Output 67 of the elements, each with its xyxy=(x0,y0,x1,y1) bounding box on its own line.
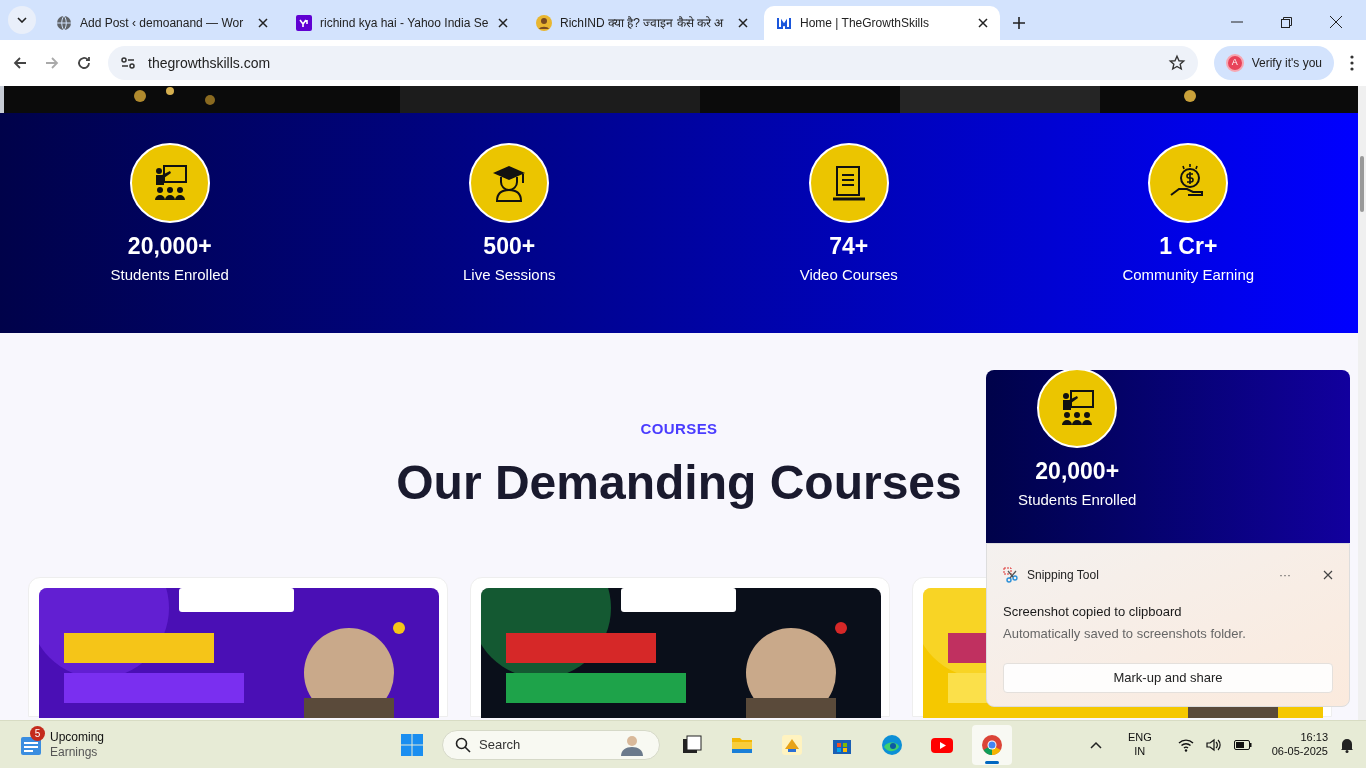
browser-tab[interactable]: RichIND क्या है? ज्वाइन कैसे करे अ xyxy=(524,6,760,40)
close-icon[interactable] xyxy=(978,18,988,28)
back-icon[interactable] xyxy=(12,55,28,71)
section-heading: Our Demanding Courses xyxy=(396,454,962,511)
stat-value: 500+ xyxy=(483,232,536,261)
reload-icon[interactable] xyxy=(76,55,92,71)
search-icon xyxy=(455,736,471,753)
browser-tab[interactable]: Add Post ‹ demoanand — Wor xyxy=(44,6,280,40)
mark-up-button[interactable]: Mark-up and share xyxy=(1003,663,1333,693)
wifi-icon[interactable] xyxy=(1177,737,1194,752)
widget-subtitle: Earnings xyxy=(50,744,99,760)
more-options-button[interactable]: ··· xyxy=(1279,566,1291,584)
close-icon[interactable] xyxy=(258,18,268,28)
app-name: Snipping Tool xyxy=(1027,567,1100,584)
app-icon xyxy=(780,732,804,757)
language-indicator[interactable]: ENG xyxy=(1127,730,1152,745)
chevron-up-icon[interactable] xyxy=(1089,740,1102,749)
tab-title: Add Post ‹ demoanand — Wor xyxy=(80,15,245,32)
clock-time[interactable]: 16:13 xyxy=(1300,730,1328,745)
close-window-icon[interactable] xyxy=(1330,16,1342,28)
stat-value: 1 Cr+ xyxy=(1159,232,1218,261)
scissors-icon xyxy=(1003,567,1019,583)
stat-value: 20,000+ xyxy=(1035,457,1120,486)
avatar-icon xyxy=(536,15,552,31)
tab-title: RichIND क्या है? ज्वाइन कैसे करे अ xyxy=(560,15,725,32)
search-placeholder: Search xyxy=(479,735,522,754)
globe-icon xyxy=(56,15,72,31)
stat-value: 74+ xyxy=(829,232,869,261)
restore-icon[interactable] xyxy=(1281,16,1292,28)
start-icon[interactable] xyxy=(400,732,424,757)
stat-label: Video Courses xyxy=(799,264,898,285)
stat-label: Live Sessions xyxy=(462,264,556,285)
tab-title: Home | TheGrowthSkills xyxy=(800,15,930,32)
stat-label: Students Enrolled xyxy=(110,264,229,285)
close-icon[interactable] xyxy=(498,18,508,28)
menu-icon[interactable] xyxy=(1350,55,1354,71)
browser-tab[interactable]: Home | TheGrowthSkills xyxy=(764,6,1000,40)
battery-icon[interactable] xyxy=(1233,739,1252,750)
stat-label: Community Earning xyxy=(1122,264,1255,285)
bookmark-star-icon[interactable] xyxy=(1167,54,1186,72)
notification-badge: 5 xyxy=(30,725,45,741)
tab-search-button[interactable] xyxy=(8,6,36,34)
site-settings-icon[interactable] xyxy=(120,55,136,71)
address-bar[interactable]: thegrowthskills.com xyxy=(108,46,1198,80)
browser-tab[interactable]: richind kya hai - Yahoo India Se xyxy=(284,6,520,40)
clock-date[interactable]: 06-05-2025 xyxy=(1271,744,1328,759)
notification-message: Automatically saved to screenshots folder. xyxy=(1003,624,1247,643)
widget-title: Upcoming xyxy=(50,729,105,745)
region-indicator[interactable]: IN xyxy=(1134,744,1146,759)
chevron-down-icon xyxy=(17,17,27,23)
volume-icon[interactable] xyxy=(1205,737,1222,752)
tab-title: richind kya hai - Yahoo India Se xyxy=(320,15,490,32)
notification-bell-icon[interactable] xyxy=(1340,736,1354,753)
notification-title: Screenshot copied to clipboard xyxy=(1003,603,1183,621)
stat-label: Students Enrolled xyxy=(1018,489,1137,510)
new-tab-icon[interactable] xyxy=(1012,16,1026,30)
scrollbar[interactable] xyxy=(1358,86,1366,720)
close-icon[interactable] xyxy=(1323,570,1333,580)
site-logo-icon xyxy=(776,15,792,31)
profile-button[interactable]: A Verify it's you xyxy=(1213,46,1334,80)
url-text: thegrowthskills.com xyxy=(148,53,272,73)
avatar-icon: A xyxy=(1225,54,1244,72)
browser-icon xyxy=(980,732,1004,757)
stat-value: 20,000+ xyxy=(127,232,212,261)
search-field[interactable]: Search xyxy=(442,729,660,760)
section-label: COURSES xyxy=(640,419,718,439)
close-icon[interactable] xyxy=(738,18,748,28)
